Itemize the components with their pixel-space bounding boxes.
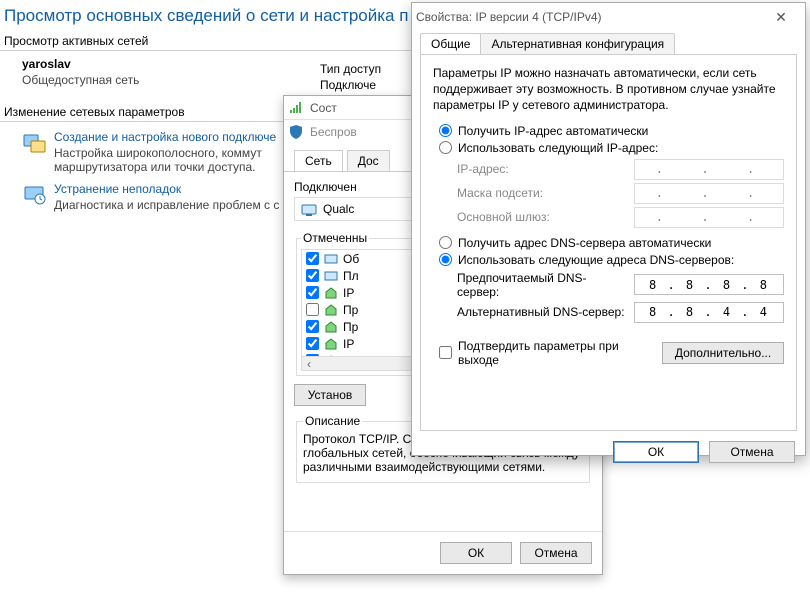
items-legend: Отмеченны — [301, 231, 369, 245]
signal-icon — [288, 100, 304, 116]
item-label: Пр — [343, 320, 358, 334]
item-check-5[interactable] — [306, 337, 319, 350]
radio-ip-manual[interactable] — [439, 141, 452, 154]
item-label: IP — [343, 286, 354, 300]
wireless-title: Беспров — [310, 125, 357, 139]
tab-network[interactable]: Сеть — [294, 150, 343, 171]
gateway-input — [634, 207, 784, 228]
connections-label: Подключе — [320, 78, 381, 92]
radio-dns-auto-label: Получить адрес DNS-сервера автоматически — [458, 236, 711, 250]
validate-on-exit-label: Подтвердить параметры при выходе — [458, 339, 662, 367]
dns-alt-input[interactable] — [634, 302, 784, 323]
tab-alt-config[interactable]: Альтернативная конфигурация — [480, 33, 675, 54]
ipv4-hint-text: Параметры IP можно назначать автоматичес… — [433, 65, 784, 114]
item-check-1[interactable] — [306, 269, 319, 282]
radio-ip-auto-label: Получить IP-адрес автоматически — [458, 124, 648, 138]
component-icon — [324, 269, 338, 283]
access-type-label: Тип доступ — [320, 62, 381, 76]
tab-general[interactable]: Общие — [420, 33, 481, 54]
dns-preferred-input[interactable] — [634, 274, 784, 295]
dns-alt-label: Альтернативный DNS-сервер: — [457, 305, 626, 319]
item-label: Об — [343, 252, 359, 266]
ip-address-input — [634, 159, 784, 180]
radio-dns-manual-label: Использовать следующие адреса DNS-сервер… — [458, 253, 734, 267]
ip-address-label: IP-адрес: — [457, 162, 626, 176]
item-check-2[interactable] — [306, 286, 319, 299]
item-check-4[interactable] — [306, 320, 319, 333]
ipv4-window-title: Свойства: IP версии 4 (TCP/IPv4) — [416, 10, 602, 24]
item-label: Пр — [343, 303, 358, 317]
component-icon — [324, 337, 338, 351]
status-state-label: Сост — [310, 101, 337, 115]
item-check-0[interactable] — [306, 252, 319, 265]
component-icon — [324, 286, 338, 300]
component-icon — [324, 252, 338, 266]
validate-on-exit-checkbox[interactable] — [439, 346, 452, 359]
adapter-icon — [301, 201, 317, 217]
status-ok-button[interactable]: ОК — [440, 542, 512, 564]
radio-dns-auto[interactable] — [439, 236, 452, 249]
radio-dns-manual[interactable] — [439, 253, 452, 266]
scroll-left-icon[interactable]: ‹ — [302, 357, 316, 370]
radio-ip-auto[interactable] — [439, 124, 452, 137]
ipv4-ok-button[interactable]: ОК — [613, 441, 699, 463]
component-icon — [324, 320, 338, 334]
adapter-name: Qualc — [323, 202, 354, 216]
item-label: IP — [343, 337, 354, 351]
new-connection-icon — [22, 130, 46, 154]
tab-access[interactable]: Дос — [347, 150, 390, 171]
component-icon — [324, 303, 338, 317]
item-label: Пл — [343, 269, 359, 283]
close-icon[interactable]: ✕ — [761, 9, 801, 26]
gateway-label: Основной шлюз: — [457, 210, 626, 224]
description-legend: Описание — [303, 414, 362, 428]
status-cancel-button[interactable]: Отмена — [520, 542, 592, 564]
ipv4-cancel-button[interactable]: Отмена — [709, 441, 795, 463]
subnet-mask-input — [634, 183, 784, 204]
radio-ip-manual-label: Использовать следующий IP-адрес: — [458, 141, 658, 155]
shield-icon — [288, 124, 304, 140]
advanced-button[interactable]: Дополнительно... — [662, 342, 784, 364]
troubleshoot-icon — [22, 182, 46, 206]
dns-preferred-label: Предпочитаемый DNS-сервер: — [457, 271, 626, 299]
ipv4-properties-window: Свойства: IP версии 4 (TCP/IPv4) ✕ Общие… — [411, 2, 806, 456]
install-button[interactable]: Установ — [294, 384, 366, 406]
item-check-3[interactable] — [306, 303, 319, 316]
subnet-mask-label: Маска подсети: — [457, 186, 626, 200]
